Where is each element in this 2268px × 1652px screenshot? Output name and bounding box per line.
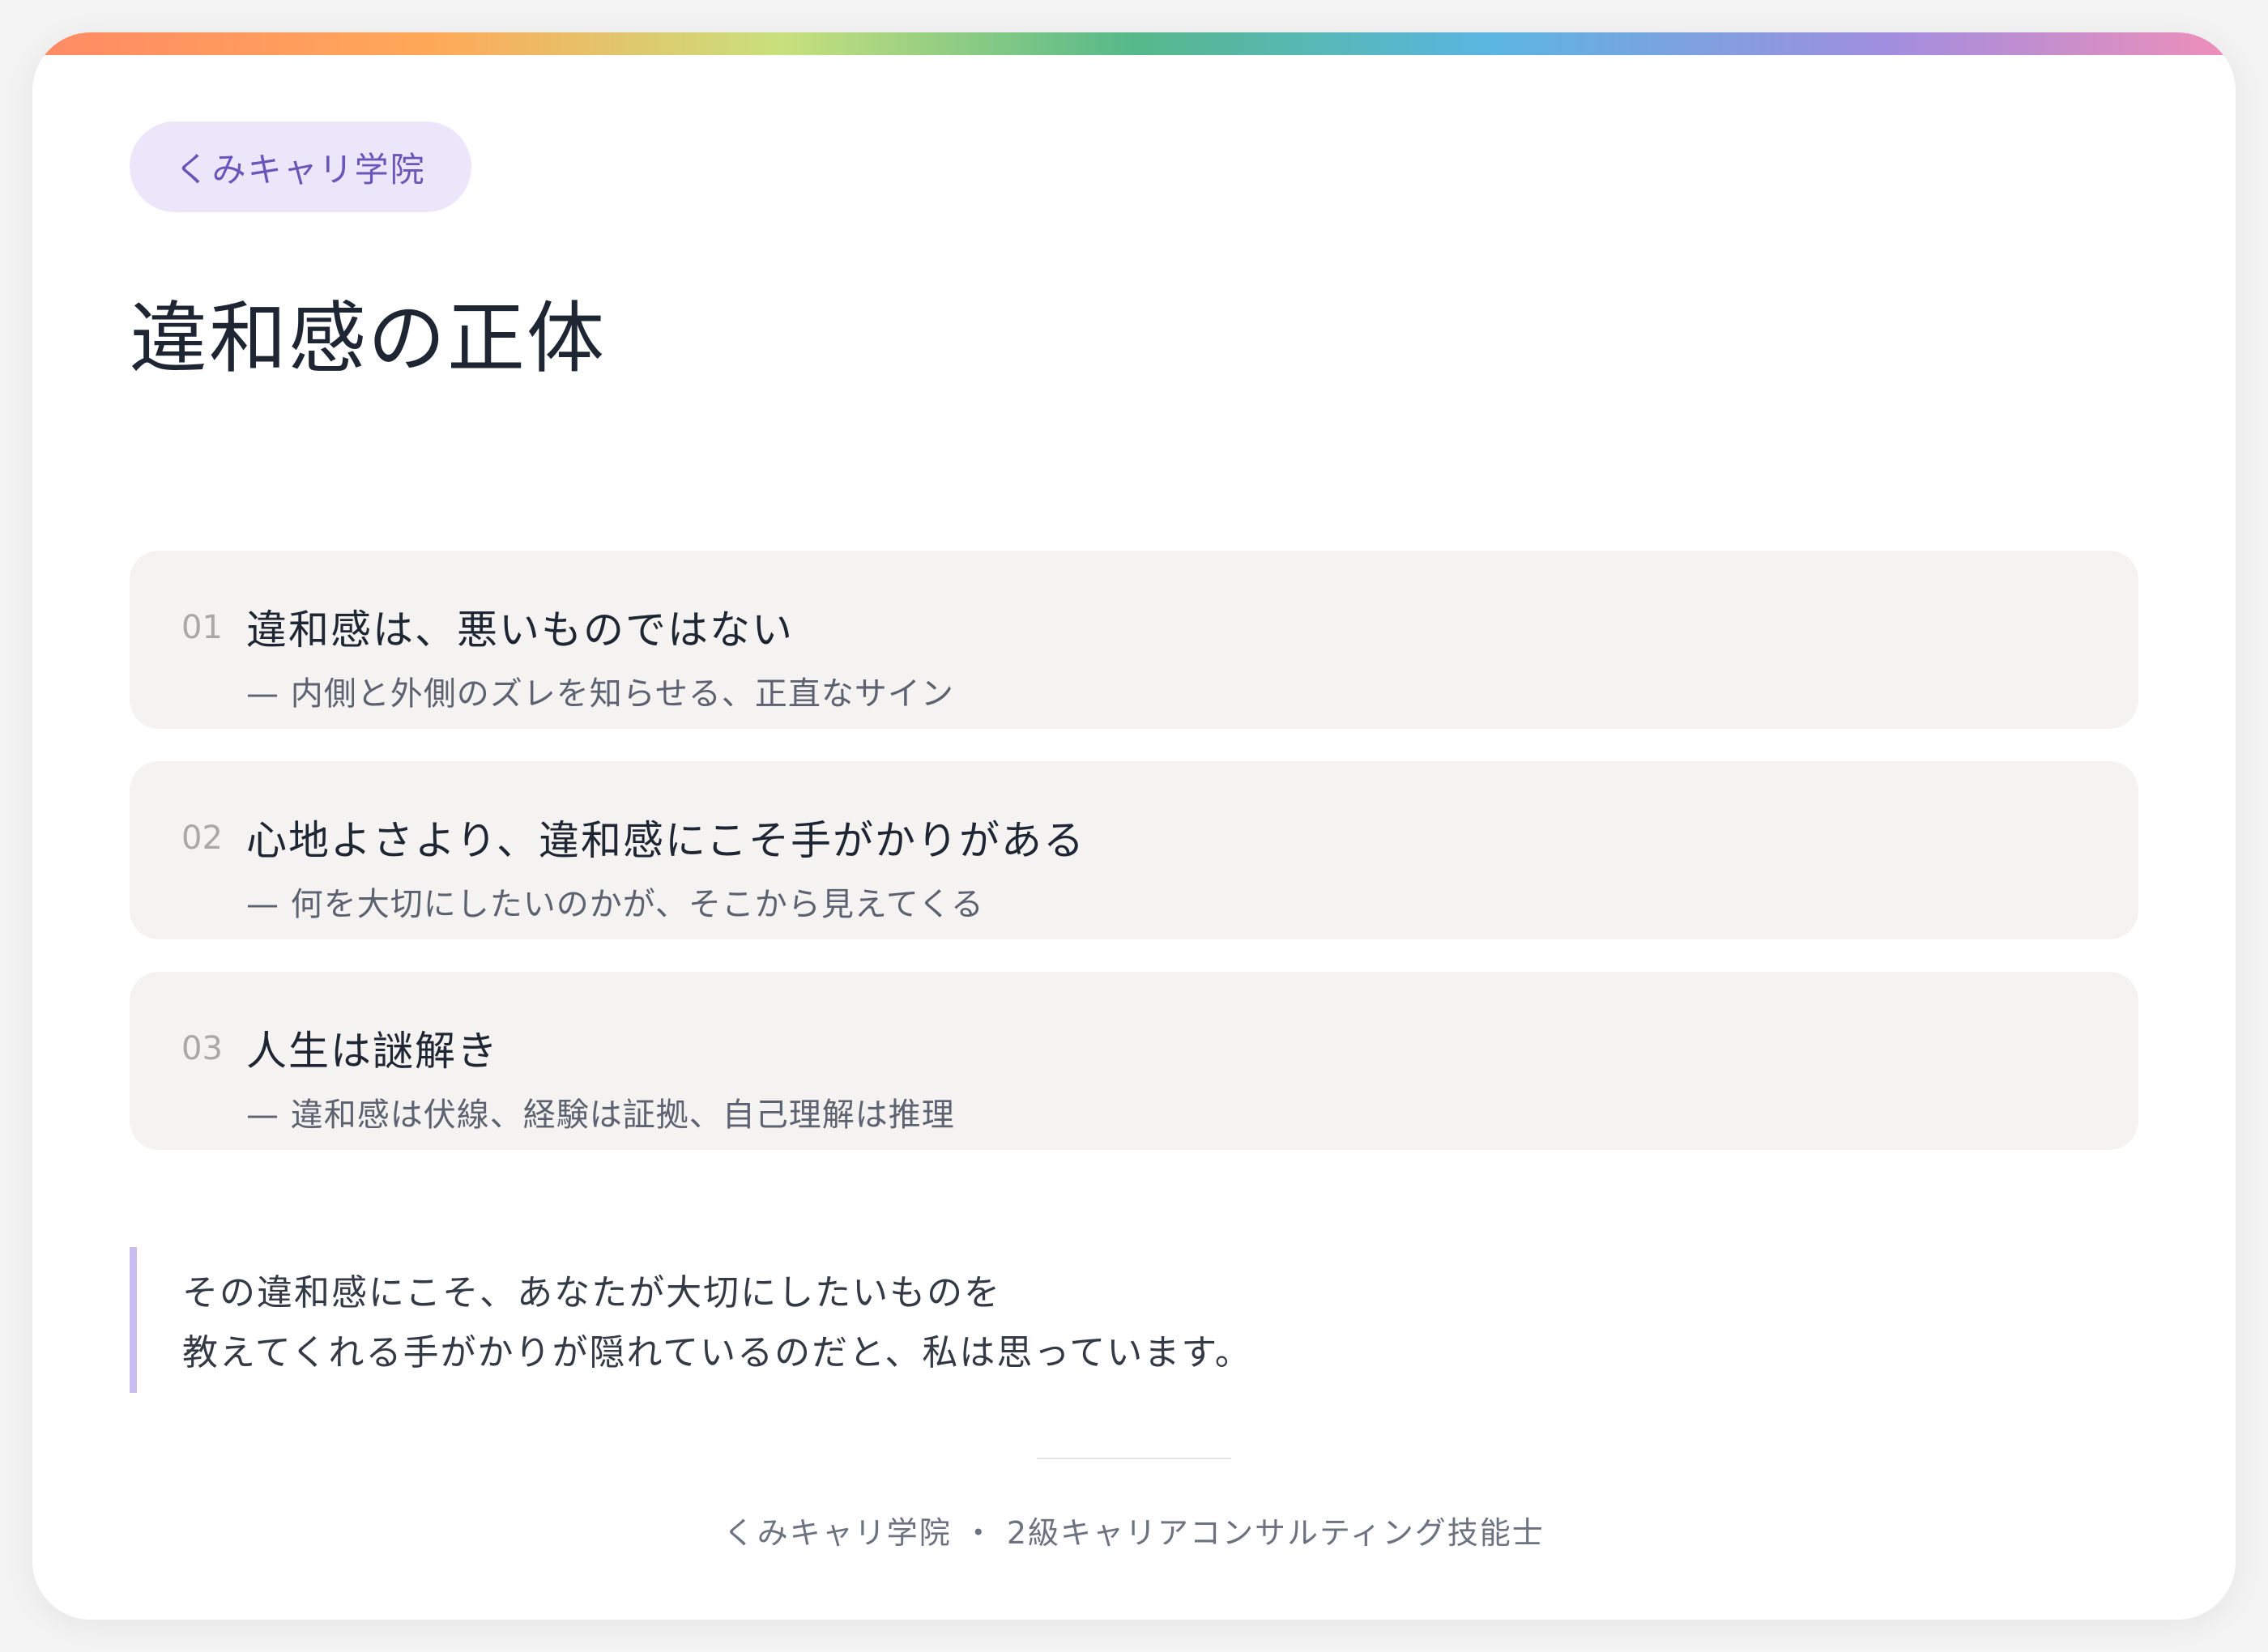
page-title: 違和感の正体 (130, 293, 606, 384)
footer-credit: くみキャリ学院 ・ 2級キャリアコンサルティング技能士 (723, 1515, 1545, 1551)
rainbow-top-bar (32, 32, 2236, 55)
quote-line-2: 教えてくれる手がかりが隠れているのだと、私は思っています。 (182, 1332, 1252, 1373)
slide-card: くみキャリ学院 違和感の正体 01 違和感は、悪いものではない — 内側と外側の… (32, 32, 2236, 1620)
point-heading: 心地よさより、違和感にこそ手がかりがある (246, 817, 1085, 864)
point-number: 02 (181, 820, 223, 857)
point-subtext: — 内側と外側のズレを知らせる、正直なサイン (246, 675, 954, 713)
point-item-01: 01 違和感は、悪いものではない — 内側と外側のズレを知らせる、正直なサイン (130, 551, 2138, 729)
point-subtext: — 違和感は伏線、経験は証拠、自己理解は推理 (246, 1096, 955, 1134)
point-subtext: — 何を大切にしたいのかが、そこから見えてくる (246, 886, 984, 923)
brand-badge: くみキャリ学院 (130, 121, 471, 212)
point-heading: 人生は謎解き (246, 1028, 499, 1075)
point-number: 03 (181, 1030, 223, 1067)
footer-divider (1037, 1458, 1231, 1459)
quote-line-1: その違和感にこそ、あなたが大切にしたいものを (182, 1272, 1002, 1314)
point-heading: 違和感は、悪いものではない (246, 607, 794, 654)
closing-quote: その違和感にこそ、あなたが大切にしたいものを 教えてくれる手がかりが隠れているの… (130, 1247, 2081, 1393)
point-number: 01 (181, 609, 223, 646)
point-item-03: 03 人生は謎解き — 違和感は伏線、経験は証拠、自己理解は推理 (130, 972, 2138, 1150)
point-list: 01 違和感は、悪いものではない — 内側と外側のズレを知らせる、正直なサイン … (130, 551, 2138, 1182)
point-item-02: 02 心地よさより、違和感にこそ手がかりがある — 何を大切にしたいのかが、そこ… (130, 761, 2138, 939)
